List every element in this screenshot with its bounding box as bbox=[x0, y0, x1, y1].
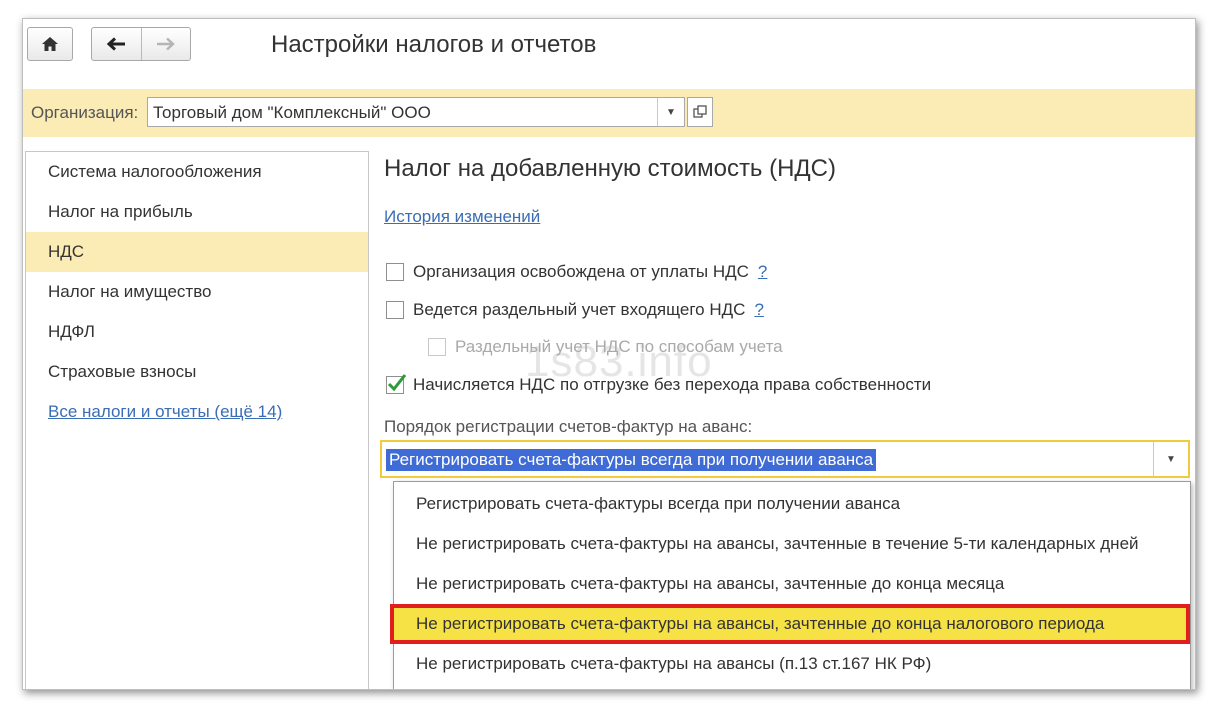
separate-accounting-checkbox[interactable] bbox=[386, 301, 404, 319]
chevron-down-icon: ▼ bbox=[1166, 453, 1176, 465]
dropdown-option[interactable]: Не регистрировать счета-фактуры на аванс… bbox=[394, 524, 1190, 564]
arrow-left-icon bbox=[107, 37, 126, 51]
vat-settings-panel: Налог на добавленную стоимость (НДС) Ист… bbox=[380, 151, 1195, 689]
invoice-order-dropdown-button[interactable]: ▼ bbox=[1153, 442, 1188, 476]
separate-by-method-label: Раздельный учет НДС по способам учета bbox=[455, 337, 783, 356]
back-button[interactable] bbox=[92, 28, 142, 60]
home-icon bbox=[42, 37, 58, 51]
checkmark-icon bbox=[387, 374, 407, 392]
open-window-icon bbox=[693, 105, 707, 118]
sidebar-item-property-tax[interactable]: Налог на имущество bbox=[26, 272, 368, 312]
shipment-vat-label: Начисляется НДС по отгрузке без перехода… bbox=[413, 375, 932, 394]
invoice-order-label: Порядок регистрации счетов-фактур на ава… bbox=[384, 417, 753, 436]
title-bar: Настройки налогов и отчетов bbox=[23, 19, 1195, 89]
organization-open-button[interactable] bbox=[687, 97, 713, 127]
dropdown-option[interactable]: Регистрировать счета-фактуры всегда при … bbox=[394, 484, 1190, 524]
help-link[interactable]: ? bbox=[758, 262, 767, 282]
history-link[interactable]: История изменений bbox=[384, 207, 540, 227]
sidebar-item-label: Система налогообложения bbox=[48, 162, 262, 181]
invoice-order-selected-value: Регистрировать счета-фактуры всегда при … bbox=[386, 449, 877, 471]
organization-field[interactable]: Торговый дом "Комплексный" ООО ▼ bbox=[147, 97, 685, 127]
sidebar-item-insurance[interactable]: Страховые взносы bbox=[26, 352, 368, 392]
page-title: Налог на добавленную стоимость (НДС) bbox=[384, 155, 837, 182]
separate-accounting-label: Ведется раздельный учет входящего НДС bbox=[413, 300, 746, 319]
organization-bar: Организация: Торговый дом "Комплексный" … bbox=[23, 89, 1195, 137]
settings-window: Настройки налогов и отчетов Организация:… bbox=[22, 18, 1196, 690]
help-link[interactable]: ? bbox=[754, 300, 763, 320]
sidebar-item-profit-tax[interactable]: Налог на прибыль bbox=[26, 192, 368, 232]
window-title: Настройки налогов и отчетов bbox=[271, 31, 597, 58]
organization-dropdown-button[interactable]: ▼ bbox=[657, 98, 684, 126]
organization-value: Торговый дом "Комплексный" ООО bbox=[153, 103, 431, 122]
checkbox-row-exempt: Организация освобождена от уплаты НДС ? bbox=[386, 262, 767, 282]
sidebar-item-ndfl[interactable]: НДФЛ bbox=[26, 312, 368, 352]
all-taxes-link[interactable]: Все налоги и отчеты (ещё 14) bbox=[48, 402, 282, 421]
navigation-buttons bbox=[91, 27, 191, 61]
invoice-order-select[interactable]: Регистрировать счета-фактуры всегда при … bbox=[380, 440, 1190, 478]
shipment-vat-checkbox[interactable] bbox=[386, 374, 407, 394]
exempt-label: Организация освобождена от уплаты НДС bbox=[413, 262, 749, 281]
sidebar-item-label: Страховые взносы bbox=[48, 362, 197, 381]
sidebar-item-tax-system[interactable]: Система налогообложения bbox=[26, 152, 368, 192]
separate-by-method-checkbox[interactable] bbox=[428, 338, 446, 356]
organization-label: Организация: bbox=[31, 103, 139, 122]
chevron-down-icon: ▼ bbox=[666, 106, 676, 118]
dropdown-option-highlighted[interactable]: Не регистрировать счета-фактуры на аванс… bbox=[390, 604, 1190, 644]
arrow-right-icon bbox=[156, 37, 175, 51]
checkbox-row-separate-by-method: Раздельный учет НДС по способам учета bbox=[428, 337, 783, 357]
sidebar-item-label: Налог на имущество bbox=[48, 282, 212, 301]
sidebar: Система налогообложения Налог на прибыль… bbox=[25, 151, 369, 689]
forward-button[interactable] bbox=[142, 28, 191, 60]
dropdown-option[interactable]: Не регистрировать счета-фактуры на аванс… bbox=[394, 564, 1190, 604]
sidebar-item-label: Налог на прибыль bbox=[48, 202, 193, 221]
checkbox-row-shipment-vat: Начисляется НДС по отгрузке без перехода… bbox=[386, 374, 932, 395]
dropdown-option[interactable]: Не регистрировать счета-фактуры на аванс… bbox=[394, 644, 1190, 684]
exempt-checkbox[interactable] bbox=[386, 263, 404, 281]
sidebar-item-label: НДФЛ bbox=[48, 322, 95, 341]
sidebar-item-label: НДС bbox=[48, 242, 85, 261]
sidebar-item-all-taxes[interactable]: Все налоги и отчеты (ещё 14) bbox=[26, 392, 368, 432]
checkbox-row-separate-accounting: Ведется раздельный учет входящего НДС ? bbox=[386, 300, 764, 320]
home-button[interactable] bbox=[27, 27, 73, 61]
sidebar-item-vat[interactable]: НДС bbox=[26, 232, 368, 272]
invoice-order-dropdown-list: Регистрировать счета-фактуры всегда при … bbox=[390, 481, 1191, 689]
